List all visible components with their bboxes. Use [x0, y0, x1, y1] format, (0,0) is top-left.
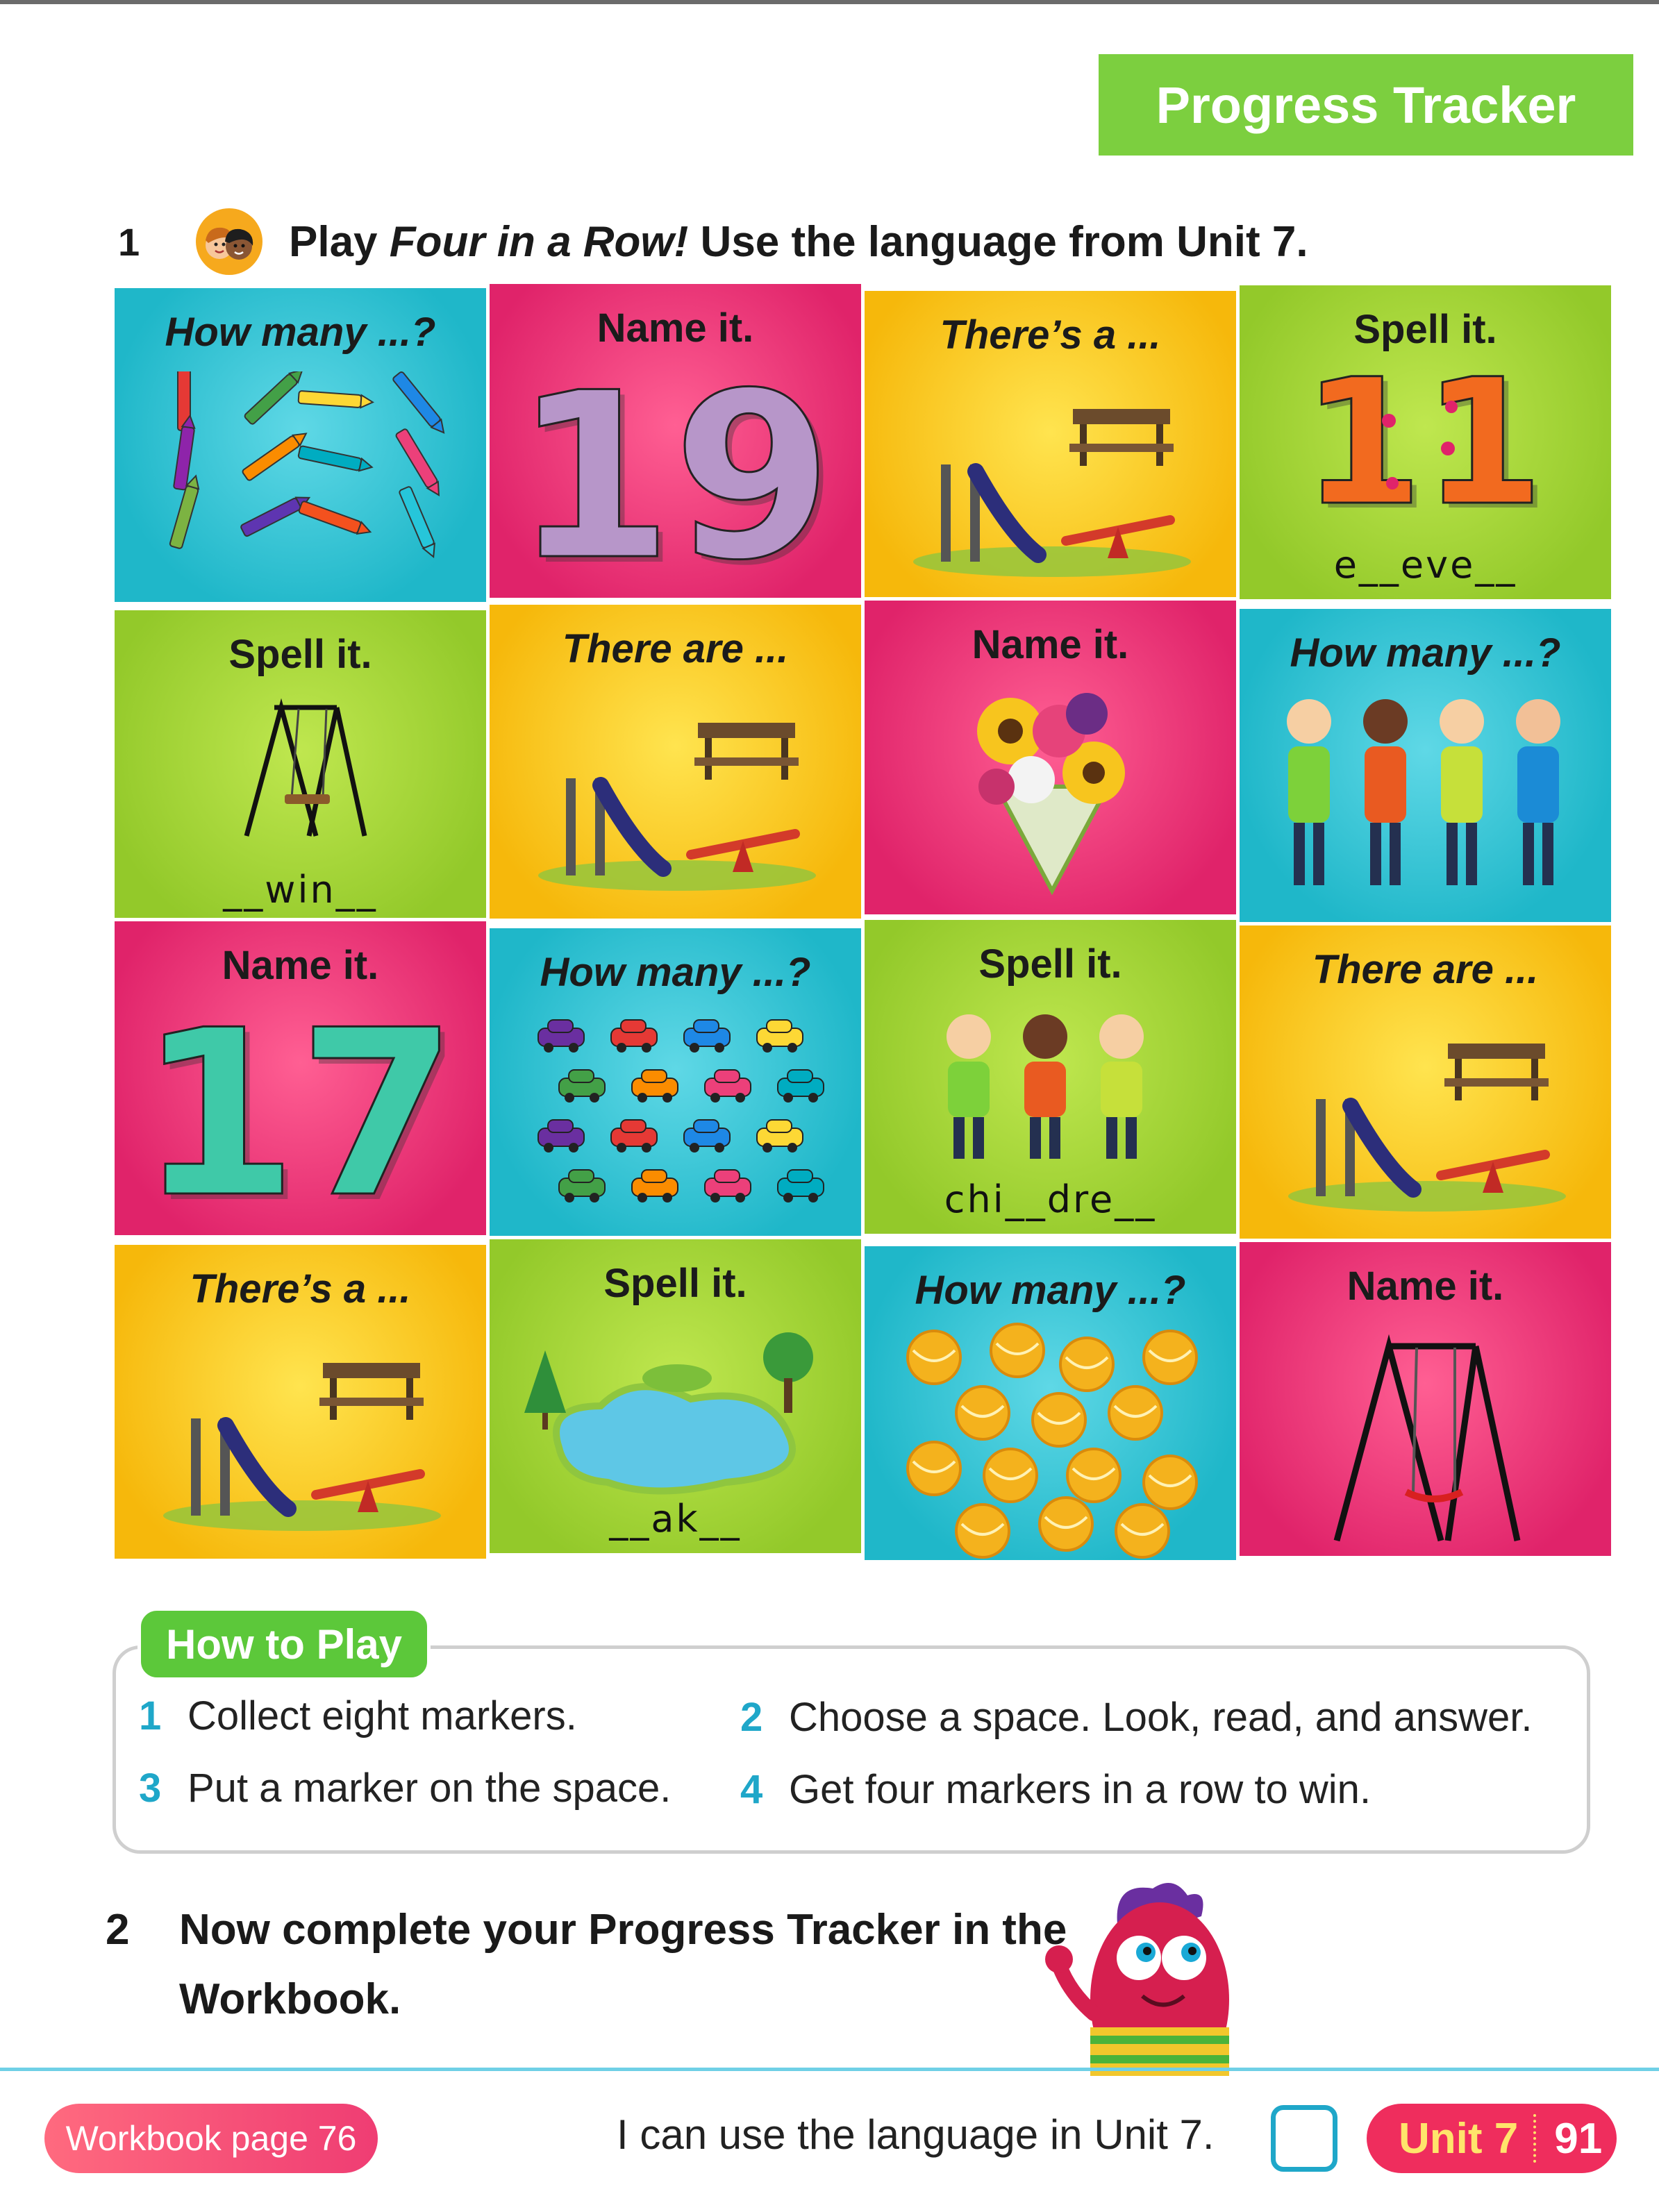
four-in-a-row-board: How many ...? Name it. 19 19 There’s a ... … [111, 280, 1615, 1583]
tile-prompt: Name it. [597, 305, 754, 351]
board-tile[interactable]: Spell it. __ak__ [486, 1236, 865, 1557]
tile-prompt: There’s a ... [940, 312, 1161, 358]
i-can-statement: I can use the language in Unit 7. [617, 2111, 1215, 2158]
step-text: Collect eight markers. [187, 1693, 577, 1738]
workbook-page-label: Workbook page 76 [44, 2104, 378, 2173]
board-tile[interactable]: There’s a ... [861, 287, 1240, 608]
board-tile[interactable]: Spell it. __win__ [111, 607, 490, 928]
how-to-play-step: 2 Choose a space. Look, read, and answer… [740, 1694, 1532, 1741]
step-text: Get four markers in a row to win. [789, 1767, 1372, 1812]
tile-prompt: Name it. [1347, 1264, 1504, 1309]
step-text: Put a marker on the space. [187, 1766, 672, 1811]
how-to-play-title: How to Play [137, 1607, 431, 1681]
unit-separator [1533, 2114, 1539, 2163]
tile-prompt: Name it. [972, 622, 1129, 667]
pair-work-icon [196, 208, 262, 275]
board-tile[interactable]: Name it. 19 19 [486, 280, 865, 601]
board-tile[interactable]: Spell it. 11 11 e__eve__ [1236, 282, 1615, 603]
top-border [0, 0, 1659, 4]
flowers-picture [977, 693, 1125, 896]
tile-prompt: Spell it. [978, 941, 1122, 987]
board-tile[interactable]: Name it. 17 17 [111, 918, 490, 1239]
tile-prompt: How many ...? [1290, 630, 1561, 676]
board-tile[interactable]: Name it. [861, 597, 1240, 918]
playground-picture [163, 1363, 441, 1531]
exercise-1-text-end: Use the language from Unit 7. [688, 217, 1308, 266]
progress-tracker-tab: Progress Tracker [1099, 54, 1633, 156]
board-tile[interactable]: How many ...? [486, 925, 865, 1246]
board-tile[interactable]: Name it. [1236, 1239, 1615, 1559]
tile-prompt: Spell it. [228, 632, 372, 677]
board-tile[interactable]: There’s a ... [111, 1241, 490, 1562]
board-tile[interactable]: Spell it. chi__dre__ [861, 916, 1240, 1237]
step-text: Choose a space. Look, read, and answer. [789, 1695, 1533, 1740]
tile-prompt: Spell it. [603, 1261, 747, 1306]
tile-prompt: Name it. [222, 943, 379, 988]
how-to-play-step: 4 Get four markers in a row to win. [740, 1766, 1371, 1813]
exercise-1-instruction: 1 Play Four in a Row! Use the language f… [118, 207, 1308, 276]
svg-text:11: 11 [1302, 365, 1544, 525]
number-picture: 19 19 [517, 360, 837, 583]
balls-picture [906, 1323, 1198, 1559]
cars-picture [537, 1019, 824, 1203]
lake-picture [524, 1332, 813, 1495]
how-to-play-step: 1 Collect eight markers. [139, 1693, 577, 1739]
spelling-blank: e__eve__ [1333, 543, 1517, 587]
footer-divider [0, 2068, 1659, 2071]
playground-picture [538, 723, 816, 891]
tile-prompt: There are ... [562, 626, 789, 671]
step-number: 2 [740, 1695, 763, 1740]
svg-text:17: 17 [142, 998, 458, 1220]
playground-picture [1288, 1044, 1566, 1212]
unit-page-badge: Unit 7 91 [1367, 2104, 1617, 2173]
self-assessment-checkbox[interactable] [1271, 2105, 1337, 2172]
number-picture: 17 17 [142, 998, 462, 1220]
tile-prompt: How many ...? [165, 310, 436, 355]
spelling-blank: __ak__ [609, 1497, 742, 1541]
mascot-character [1045, 1883, 1229, 2076]
tile-prompt: There are ... [1312, 947, 1539, 992]
tile-prompt: How many ...? [540, 950, 811, 995]
tile-prompt: Spell it. [1353, 307, 1497, 352]
progress-tracker-title: Progress Tracker [1156, 76, 1576, 134]
board-tile[interactable]: How many ...? [1236, 605, 1615, 926]
board-tile[interactable]: How many ...? [861, 1243, 1240, 1564]
board-tile[interactable]: There are ... [1236, 922, 1615, 1243]
board-tile[interactable]: There are ... [486, 601, 865, 922]
tile-prompt: How many ...? [915, 1268, 1186, 1313]
spelling-blank: chi__dre__ [944, 1178, 1157, 1221]
children-picture [947, 1014, 1144, 1159]
swing-picture [244, 698, 367, 837]
exercise-1-text: Play Four in a Row! Use the language fro… [289, 217, 1308, 267]
board-tile[interactable]: How many ...? [111, 285, 490, 605]
exercise-number: 1 [118, 219, 140, 264]
exercise-2-text: Now complete your Progress Tracker in th… [179, 1906, 1067, 2023]
crayons-picture [169, 371, 445, 559]
people-picture [1287, 699, 1560, 885]
tile-prompt: There’s a ... [190, 1266, 411, 1312]
exercise-1-text-start: Play [289, 217, 390, 266]
exercise-number: 2 [106, 1906, 130, 1954]
svg-text:19: 19 [517, 360, 833, 583]
game-name: Four in a Row! [389, 217, 689, 266]
step-number: 4 [740, 1767, 763, 1812]
playground-picture [913, 409, 1191, 577]
number-picture: 11 11 [1301, 365, 1549, 525]
swing-picture [1333, 1334, 1521, 1542]
how-to-play-step: 3 Put a marker on the space. [139, 1765, 671, 1811]
unit-label: Unit 7 [1399, 2114, 1519, 2163]
spelling-blank: __win__ [223, 868, 378, 912]
step-number: 3 [139, 1766, 162, 1811]
page-number: 91 [1554, 2114, 1603, 2163]
step-number: 1 [139, 1693, 162, 1738]
